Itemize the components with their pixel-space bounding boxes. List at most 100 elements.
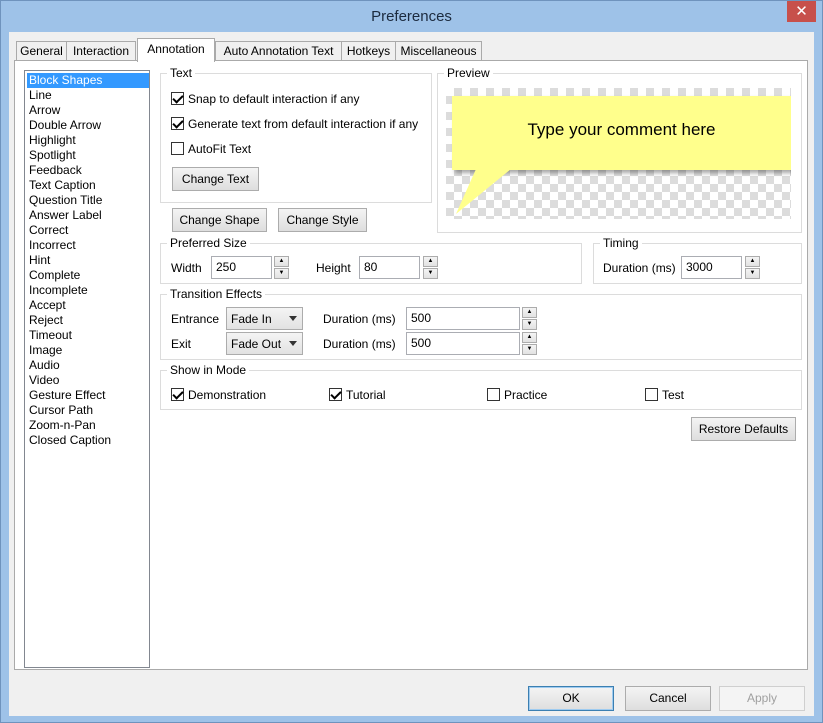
list-item[interactable]: Feedback [27, 163, 149, 178]
down-arrow-icon[interactable]: ▼ [522, 344, 537, 355]
transition-effects-legend: Transition Effects [167, 287, 266, 301]
list-item[interactable]: Accept [27, 298, 149, 313]
test-checkbox[interactable]: Test [645, 388, 684, 404]
tab-interaction[interactable]: Interaction [66, 41, 136, 61]
entrance-duration-input[interactable]: 500 [406, 307, 520, 330]
window-title: Preferences [371, 8, 452, 25]
show-in-mode-group: Show in Mode Demonstration Tutorial Prac… [160, 363, 802, 410]
preferred-size-group: Preferred Size Width 250 ▲ ▼ Height 80 ▲… [160, 236, 582, 284]
restore-defaults-button[interactable]: Restore Defaults [691, 417, 796, 441]
up-arrow-icon[interactable]: ▲ [522, 307, 537, 318]
height-label: Height [316, 261, 351, 275]
exit-select-value: Fade Out [231, 337, 282, 351]
tab-annotation[interactable]: Annotation [137, 38, 215, 62]
list-item[interactable]: Correct [27, 223, 149, 238]
width-input[interactable]: 250 [211, 256, 272, 279]
list-item[interactable]: Complete [27, 268, 149, 283]
chevron-down-icon [289, 316, 297, 321]
list-item[interactable]: Gesture Effect [27, 388, 149, 403]
timing-spinner[interactable]: ▲ ▼ [745, 256, 760, 279]
entrance-duration-spinner[interactable]: ▲ ▼ [522, 307, 537, 330]
list-item[interactable]: Double Arrow [27, 118, 149, 133]
generate-checkbox-box[interactable] [171, 117, 184, 130]
list-item[interactable]: Hint [27, 253, 149, 268]
snap-checkbox[interactable]: Snap to default interaction if any [171, 92, 359, 108]
practice-checkbox[interactable]: Practice [487, 388, 547, 404]
up-arrow-icon[interactable]: ▲ [274, 256, 289, 267]
exit-duration-input[interactable]: 500 [406, 332, 520, 355]
list-item[interactable]: Zoom-n-Pan [27, 418, 149, 433]
down-arrow-icon[interactable]: ▼ [274, 268, 289, 279]
list-item[interactable]: Block Shapes [27, 73, 149, 88]
up-arrow-icon[interactable]: ▲ [745, 256, 760, 267]
ok-button[interactable]: OK [528, 686, 614, 711]
up-arrow-icon[interactable]: ▲ [522, 332, 537, 343]
dialog-client: General Interaction Annotation Auto Anno… [9, 32, 814, 716]
generate-text-checkbox[interactable]: Generate text from default interaction i… [171, 117, 418, 133]
list-item[interactable]: Audio [27, 358, 149, 373]
tab-auto-annotation-text[interactable]: Auto Annotation Text [215, 41, 342, 61]
list-item[interactable]: Timeout [27, 328, 149, 343]
list-item[interactable]: Reject [27, 313, 149, 328]
demonstration-checkbox-box[interactable] [171, 388, 184, 401]
preview-canvas: Type your comment here [446, 88, 791, 219]
change-style-button[interactable]: Change Style [278, 208, 367, 232]
list-item[interactable]: Image [27, 343, 149, 358]
demonstration-checkbox[interactable]: Demonstration [171, 388, 266, 404]
down-arrow-icon[interactable]: ▼ [745, 268, 760, 279]
tutorial-checkbox-box[interactable] [329, 388, 342, 401]
tab-miscellaneous[interactable]: Miscellaneous [395, 41, 482, 61]
timing-duration-label: Duration (ms) [603, 261, 676, 275]
entrance-select[interactable]: Fade In [226, 307, 303, 330]
snap-label: Snap to default interaction if any [188, 92, 360, 106]
timing-duration-input[interactable]: 3000 [681, 256, 742, 279]
list-item[interactable]: Question Title [27, 193, 149, 208]
list-item[interactable]: Highlight [27, 133, 149, 148]
title-bar[interactable]: Preferences ✕ [1, 1, 822, 33]
list-item[interactable]: Video [27, 373, 149, 388]
exit-select[interactable]: Fade Out [226, 332, 303, 355]
tutorial-label: Tutorial [346, 388, 386, 402]
test-label: Test [662, 388, 685, 402]
down-arrow-icon[interactable]: ▼ [423, 268, 438, 279]
list-item[interactable]: Spotlight [27, 148, 149, 163]
tab-general[interactable]: General [16, 41, 67, 61]
list-item[interactable]: Answer Label [27, 208, 149, 223]
annotation-page: Block Shapes Line Arrow Double Arrow Highlig… [14, 60, 808, 670]
tab-hotkeys[interactable]: Hotkeys [341, 41, 396, 61]
change-text-button[interactable]: Change Text [172, 167, 259, 191]
callout-pointer [456, 169, 511, 214]
chevron-down-icon [289, 341, 297, 346]
exit-duration-spinner[interactable]: ▲ ▼ [522, 332, 537, 355]
change-shape-button[interactable]: Change Shape [172, 208, 267, 232]
list-item[interactable]: Text Caption [27, 178, 149, 193]
preview-legend: Preview [444, 66, 493, 80]
width-label: Width [171, 261, 202, 275]
preferences-window: Preferences ✕ General Interaction Annota… [0, 0, 823, 723]
height-input[interactable]: 80 [359, 256, 420, 279]
practice-checkbox-box[interactable] [487, 388, 500, 401]
entrance-duration-label: Duration (ms) [323, 312, 396, 326]
list-item[interactable]: Cursor Path [27, 403, 149, 418]
tutorial-checkbox[interactable]: Tutorial [329, 388, 386, 404]
preferred-size-legend: Preferred Size [167, 236, 250, 250]
test-checkbox-box[interactable] [645, 388, 658, 401]
timing-legend: Timing [600, 236, 642, 250]
shape-list[interactable]: Block Shapes Line Arrow Double Arrow Highlig… [24, 70, 150, 668]
cancel-button[interactable]: Cancel [625, 686, 711, 711]
list-item[interactable]: Incomplete [27, 283, 149, 298]
list-item[interactable]: Arrow [27, 103, 149, 118]
snap-checkbox-box[interactable] [171, 92, 184, 105]
list-item[interactable]: Incorrect [27, 238, 149, 253]
list-item[interactable]: Line [27, 88, 149, 103]
autofit-checkbox[interactable]: AutoFit Text [171, 142, 251, 158]
preview-group: Preview Type your comment here [437, 66, 802, 233]
height-spinner[interactable]: ▲ ▼ [423, 256, 438, 279]
close-icon[interactable]: ✕ [787, 1, 816, 22]
exit-duration-label: Duration (ms) [323, 337, 396, 351]
up-arrow-icon[interactable]: ▲ [423, 256, 438, 267]
down-arrow-icon[interactable]: ▼ [522, 319, 537, 330]
list-item[interactable]: Closed Caption [27, 433, 149, 448]
autofit-checkbox-box[interactable] [171, 142, 184, 155]
width-spinner[interactable]: ▲ ▼ [274, 256, 289, 279]
